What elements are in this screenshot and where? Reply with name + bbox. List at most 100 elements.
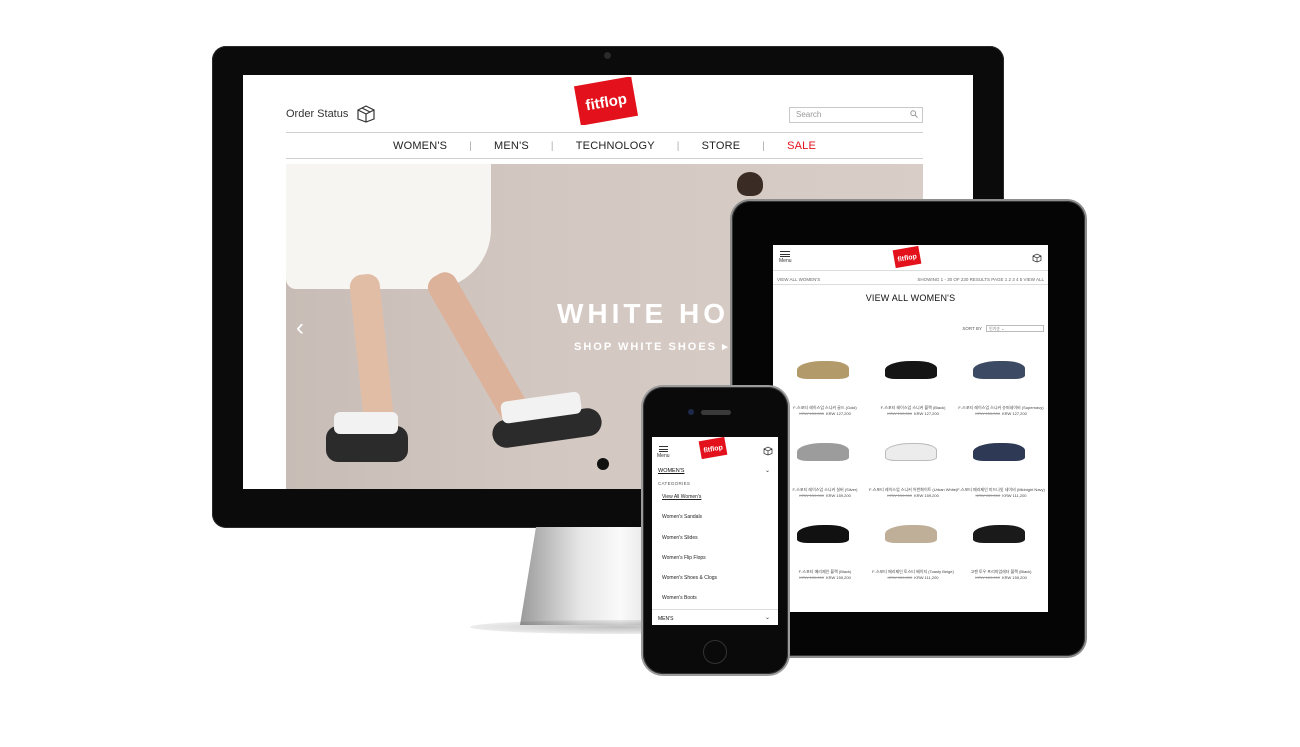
- hero-photo-sandal: [490, 406, 604, 450]
- product-sale-price: KRW 127,200: [1002, 411, 1027, 416]
- device-mockup-stage: Order Status fitflop Search WOMEN'S | ME…: [0, 0, 1300, 747]
- product-image[interactable]: [797, 361, 849, 379]
- phone-screen: Menu fitflop WOMEN'S ⌄ CATEGORIES View A…: [652, 437, 778, 625]
- tablet-subbar: VIEW ALL WOMEN'S SHOWING 1 - 30 OF 230 R…: [773, 273, 1048, 285]
- category-item[interactable]: Women's Shoes & Clogs: [662, 574, 772, 594]
- product-sale-price: KRW 159,200: [914, 493, 939, 498]
- hero-title: WHITE HO: [557, 298, 729, 329]
- tablet-header: Menu fitflop: [773, 245, 1048, 271]
- product-sale-price: KRW 111,200: [914, 575, 939, 580]
- product-old-price: KRW 159,000: [975, 411, 1000, 416]
- product-sale-price: KRW 159,200: [826, 575, 851, 580]
- product-old-price: KRW 139,000: [975, 493, 1001, 498]
- box-icon[interactable]: [763, 446, 773, 456]
- category-item[interactable]: View All Women's: [662, 493, 772, 513]
- search-input[interactable]: Search: [789, 107, 923, 123]
- product-old-price: KRW 189,000: [975, 575, 1000, 580]
- hero-photo-model: [737, 172, 763, 196]
- phone-menu-label: Menu: [657, 453, 670, 459]
- product-image[interactable]: [797, 443, 849, 461]
- product-card[interactable]: F-스포티 메리제인 미드나잇 네이비 (Midnight Navy) KRW 1…: [957, 431, 1045, 505]
- product-card[interactable]: F-스포티 메리제인 블랙 (Black) KRW 139,000 KRW 159,…: [781, 513, 869, 587]
- womens-accordion[interactable]: WOMEN'S: [658, 468, 684, 474]
- hero-shop-link[interactable]: SHOP WHITE SHOES ▸: [574, 340, 730, 353]
- product-price: KRW 139,000 KRW 159,200: [781, 575, 869, 580]
- product-sale-price: KRW 159,200: [1002, 575, 1027, 580]
- box-icon[interactable]: [1032, 253, 1042, 263]
- product-old-price: KRW 159,000: [799, 493, 824, 498]
- product-price: KRW 139,000 KRW 111,200: [869, 575, 957, 580]
- sort-control: SORT BY 인기순 ⌄: [962, 325, 1044, 332]
- product-price: KRW 189,000 KRW 159,200: [957, 575, 1045, 580]
- product-old-price: KRW 139,000: [799, 575, 824, 580]
- mens-accordion[interactable]: MEN'S ⌄: [652, 609, 778, 625]
- product-card[interactable]: F-스포티 레이스업 스니커 어반화이트 (Urban White) KRW 15…: [869, 431, 957, 505]
- categories-label: CATEGORIES: [658, 481, 691, 486]
- sort-select[interactable]: 인기순 ⌄: [986, 325, 1044, 332]
- product-sale-price: KRW 127,200: [914, 411, 939, 416]
- product-image[interactable]: [973, 525, 1025, 543]
- product-card[interactable]: F-스포티 메리제인 토스티 베이지 (Toasty Beige) KRW 139…: [869, 513, 957, 587]
- home-button[interactable]: [703, 640, 727, 664]
- product-card[interactable]: F-스포티 레이스업 스니커 슈퍼네이비 (Supernavy) KRW 159,…: [957, 349, 1045, 423]
- fitflop-logo[interactable]: fitflop: [891, 246, 923, 268]
- order-status-link[interactable]: Order Status: [286, 105, 376, 123]
- product-price: KRW 139,000 KRW 111,200: [957, 493, 1045, 498]
- product-sale-price: KRW 159,200: [826, 493, 851, 498]
- fitflop-logo[interactable]: fitflop: [697, 437, 729, 459]
- search-icon[interactable]: [910, 110, 918, 118]
- fitflop-logo[interactable]: fitflop: [571, 77, 641, 125]
- product-card[interactable]: F-스포티 레이스업 스니커 골드 (Gold) KRW 159,000 KRW 1…: [781, 349, 869, 423]
- product-sale-price: KRW 127,200: [826, 411, 851, 416]
- product-price: KRW 159,000 KRW 159,200: [781, 493, 869, 498]
- product-old-price: KRW 139,000: [887, 575, 913, 580]
- product-price: KRW 159,000 KRW 127,200: [957, 411, 1045, 416]
- product-card[interactable]: F-스포티 레이스업 스니커 실버 (Silver) KRW 159,000 KRW…: [781, 431, 869, 505]
- nav-technology[interactable]: TECHNOLOGY: [554, 140, 677, 152]
- product-image[interactable]: [973, 361, 1025, 379]
- carousel-dot[interactable]: [597, 458, 609, 470]
- phone-camera: [688, 409, 694, 415]
- chevron-down-icon[interactable]: ⌄: [765, 614, 770, 621]
- phone-speaker: [701, 410, 731, 415]
- nav-womens[interactable]: WOMEN'S: [371, 140, 469, 152]
- product-card[interactable]: F-스포티 레이스업 스니커 블랙 (Black) KRW 159,000 KRW …: [869, 349, 957, 423]
- tablet-menu-label: Menu: [779, 258, 792, 264]
- hamburger-icon: [658, 446, 668, 452]
- nav-sale[interactable]: SALE: [765, 140, 838, 152]
- category-item[interactable]: Women's Sandals: [662, 513, 772, 533]
- phone-menu-button[interactable]: Menu: [657, 446, 670, 459]
- tablet-menu-button[interactable]: Menu: [779, 251, 792, 264]
- chevron-down-icon[interactable]: ⌄: [765, 467, 770, 474]
- product-image[interactable]: [885, 525, 937, 543]
- product-image[interactable]: [885, 443, 937, 461]
- product-grid: F-스포티 레이스업 스니커 골드 (Gold) KRW 159,000 KRW 1…: [781, 349, 1045, 587]
- nav-store[interactable]: STORE: [680, 140, 763, 152]
- nav-mens[interactable]: MEN'S: [472, 140, 551, 152]
- product-sale-price: KRW 111,200: [1002, 493, 1027, 498]
- desktop-header: Order Status fitflop Search: [286, 75, 923, 133]
- webcam: [604, 52, 611, 59]
- product-image[interactable]: [973, 443, 1025, 461]
- category-item[interactable]: Women's Flip Flops: [662, 554, 772, 574]
- order-status-label: Order Status: [286, 108, 349, 120]
- breadcrumb[interactable]: VIEW ALL WOMEN'S: [777, 277, 820, 282]
- product-card[interactable]: 고젠 토우 프리미엄레더 블랙 (Black) KRW 189,000 KRW 15…: [957, 513, 1045, 587]
- hero-photo-sandal: [326, 412, 408, 462]
- product-price: KRW 159,000 KRW 127,200: [781, 411, 869, 416]
- category-item[interactable]: Women's Slides: [662, 534, 772, 554]
- sort-label: SORT BY: [962, 326, 982, 331]
- pagination[interactable]: SHOWING 1 - 30 OF 230 RESULTS PAGE 1 2 3…: [917, 277, 1044, 282]
- product-image[interactable]: [885, 361, 937, 379]
- product-old-price: KRW 159,000: [887, 411, 912, 416]
- carousel-prev-icon[interactable]: ‹: [296, 314, 304, 342]
- hamburger-icon: [780, 251, 791, 257]
- product-old-price: KRW 159,000: [799, 411, 824, 416]
- search-placeholder: Search: [796, 110, 822, 119]
- page-title: VIEW ALL WOMEN'S: [865, 293, 956, 303]
- mens-label: MEN'S: [658, 616, 674, 622]
- tablet-screen: Menu fitflop VIEW ALL WOMEN'S SHOWING 1 …: [773, 245, 1048, 612]
- product-old-price: KRW 159,000: [887, 493, 912, 498]
- main-nav: WOMEN'S | MEN'S | TECHNOLOGY | STORE | S…: [286, 134, 923, 159]
- product-image[interactable]: [797, 525, 849, 543]
